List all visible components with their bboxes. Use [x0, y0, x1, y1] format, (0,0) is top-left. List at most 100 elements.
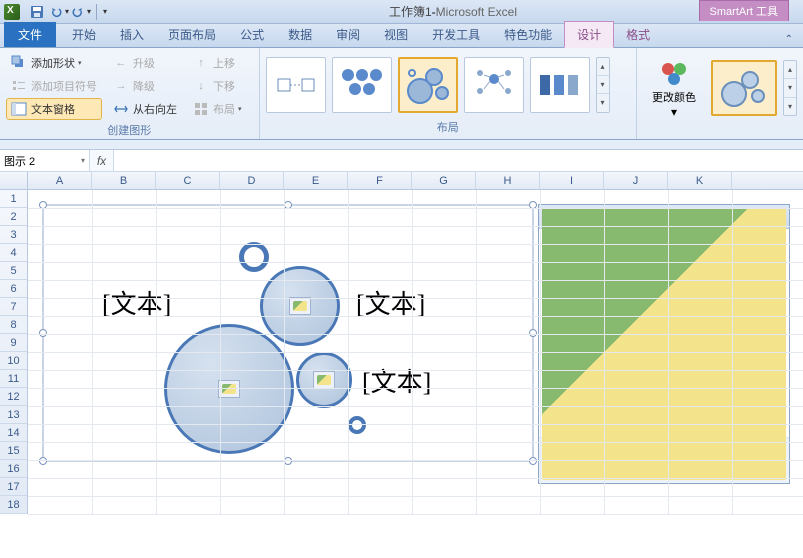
gallery-down-icon[interactable]: ▾	[784, 79, 796, 97]
gallery-more-icon[interactable]: ▾	[597, 94, 609, 111]
redo-button[interactable]: ▾	[71, 3, 91, 21]
group-title-layouts: 布局	[266, 117, 630, 137]
image-placeholder-icon[interactable]	[218, 380, 240, 398]
fx-button[interactable]: fx	[90, 150, 114, 171]
name-box-input[interactable]	[4, 155, 81, 167]
image-placeholder-icon[interactable]	[289, 297, 311, 315]
add-bullet-button: 添加项目符号	[6, 75, 102, 97]
row-header[interactable]: 2	[0, 208, 27, 226]
tab-home[interactable]: 开始	[60, 22, 108, 47]
row-header[interactable]: 14	[0, 424, 27, 442]
row-header[interactable]: 3	[0, 226, 27, 244]
gallery-more-icon[interactable]: ▾	[784, 98, 796, 115]
bubble-ring-tiny	[348, 416, 366, 434]
resize-handle[interactable]	[39, 457, 47, 465]
tab-design[interactable]: 设计	[564, 21, 614, 48]
row-header[interactable]: 17	[0, 478, 27, 496]
qat-separator	[96, 4, 97, 20]
row-header[interactable]: 9	[0, 334, 27, 352]
row-header[interactable]: 11	[0, 370, 27, 388]
tab-pagelayout[interactable]: 页面布局	[156, 22, 228, 47]
select-all-corner[interactable]	[0, 172, 28, 189]
layout-option-selected[interactable]	[398, 57, 458, 113]
text-pane-thumb[interactable]	[549, 357, 591, 395]
layout-option-5[interactable]	[530, 57, 590, 113]
row-header[interactable]: 16	[0, 460, 27, 478]
promote-button: ←升级	[108, 52, 182, 74]
column-header[interactable]: I	[540, 172, 604, 189]
change-colors-label: 更改颜色	[652, 89, 696, 105]
resize-handle[interactable]	[39, 329, 47, 337]
layout-option-1[interactable]	[266, 57, 326, 113]
tab-formulas[interactable]: 公式	[228, 22, 276, 47]
column-header[interactable]: A	[28, 172, 92, 189]
gallery-up-icon[interactable]: ▴	[597, 58, 609, 76]
column-header[interactable]: D	[220, 172, 284, 189]
move-down-label: 下移	[213, 78, 235, 94]
rtl-button[interactable]: 从右向左	[108, 98, 182, 120]
column-header[interactable]: H	[476, 172, 540, 189]
change-colors-button[interactable]: 更改颜色 ▾	[643, 52, 705, 124]
rtl-label: 从右向左	[133, 101, 177, 117]
tab-developer[interactable]: 开发工具	[420, 22, 492, 47]
cells-area[interactable]: [文本] [文本] [文本] 在此处键入文字 ✕ [文本]	[28, 190, 803, 514]
column-header[interactable]: J	[604, 172, 668, 189]
name-box[interactable]: ▾	[0, 150, 90, 171]
row-header[interactable]: 18	[0, 496, 27, 514]
tab-insert[interactable]: 插入	[108, 22, 156, 47]
styles-gallery-spinner[interactable]: ▴ ▾ ▾	[783, 60, 797, 116]
style-option-1[interactable]	[711, 60, 777, 116]
row-header[interactable]: 13	[0, 406, 27, 424]
resize-handle[interactable]	[284, 457, 292, 465]
save-button[interactable]	[27, 3, 47, 21]
tab-view[interactable]: 视图	[372, 22, 420, 47]
tab-file[interactable]: 文件	[4, 22, 56, 47]
undo-button[interactable]: ▾	[49, 3, 69, 21]
text-pane-button[interactable]: 文本窗格	[6, 98, 102, 120]
layout-label: 布局	[213, 101, 235, 117]
gallery-up-icon[interactable]: ▴	[784, 61, 796, 79]
column-header[interactable]: E	[284, 172, 348, 189]
row-header[interactable]: 12	[0, 388, 27, 406]
row-header[interactable]: 15	[0, 442, 27, 460]
row-header[interactable]: 6	[0, 280, 27, 298]
formula-bar[interactable]	[114, 150, 803, 171]
ribbon-spacer	[0, 140, 803, 150]
row-header[interactable]: 7	[0, 298, 27, 316]
layout-option-2[interactable]	[332, 57, 392, 113]
row-header[interactable]: 5	[0, 262, 27, 280]
layout-option-4[interactable]	[464, 57, 524, 113]
group-layouts: ▴ ▾ ▾ 布局	[260, 48, 637, 139]
column-header[interactable]: B	[92, 172, 156, 189]
smartart-text-3[interactable]: [文本]	[362, 362, 431, 399]
row-header[interactable]: 4	[0, 244, 27, 262]
ribbon-collapse-icon[interactable]: ⌃	[781, 32, 797, 47]
column-header[interactable]: K	[668, 172, 732, 189]
add-shape-button[interactable]: 添加形状▾	[6, 52, 102, 74]
move-up-label: 上移	[213, 55, 235, 71]
row-header[interactable]: 1	[0, 190, 27, 208]
move-up-button: ↑上移	[188, 52, 247, 74]
resize-handle[interactable]	[529, 457, 537, 465]
column-header[interactable]: G	[412, 172, 476, 189]
tab-format[interactable]: 格式	[614, 22, 662, 47]
column-header[interactable]: F	[348, 172, 412, 189]
bubble-small-center[interactable]	[296, 352, 352, 408]
worksheet-area: ABCDEFGHIJK 123456789101112131415161718	[0, 172, 803, 542]
bubble-large[interactable]	[164, 324, 294, 454]
image-placeholder-icon[interactable]	[313, 371, 335, 389]
layout-button: 布局▾	[188, 98, 247, 120]
row-header[interactable]: 8	[0, 316, 27, 334]
text-pane-item[interactable]: [文本]	[549, 357, 779, 395]
text-pane-label: 文本窗格	[31, 101, 75, 117]
tab-data[interactable]: 数据	[276, 22, 324, 47]
name-box-dropdown-icon[interactable]: ▾	[81, 156, 85, 165]
layouts-gallery-spinner[interactable]: ▴ ▾ ▾	[596, 57, 610, 113]
row-header[interactable]: 10	[0, 352, 27, 370]
tab-special[interactable]: 特色功能	[492, 22, 564, 47]
tab-review[interactable]: 审阅	[324, 22, 372, 47]
resize-handle[interactable]	[529, 329, 537, 337]
arrow-left-icon: ←	[113, 55, 129, 71]
gallery-down-icon[interactable]: ▾	[597, 76, 609, 94]
column-header[interactable]: C	[156, 172, 220, 189]
